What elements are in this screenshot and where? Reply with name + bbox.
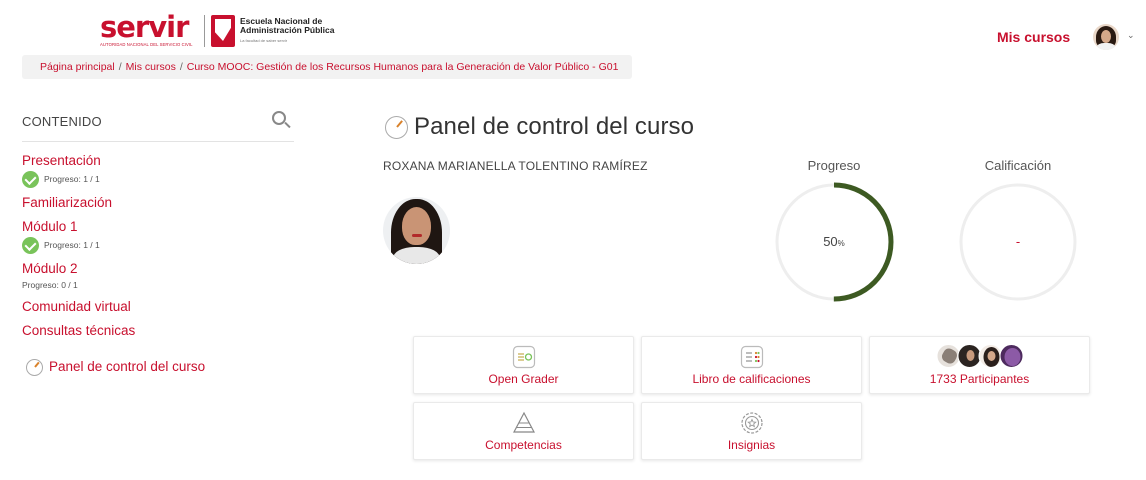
badge-icon — [740, 412, 763, 434]
progress-value: 50% — [774, 234, 894, 249]
course-content-sidebar: CONTENIDO Presentación Progreso: 1 / 1 F… — [22, 106, 294, 376]
enap-tagline: La facultad de saber servir — [240, 38, 288, 43]
breadcrumb-separator: / — [179, 61, 183, 73]
participants-card[interactable]: 1733 Participantes — [869, 336, 1090, 394]
progress-value-unit: % — [837, 239, 845, 248]
user-menu-chevron-down-icon[interactable]: ⌄ — [1127, 30, 1135, 41]
search-icon[interactable] — [272, 111, 291, 129]
gradebook-label: Libro de calificaciones — [692, 372, 811, 386]
participants-avatars — [936, 344, 1023, 368]
grade-value: - — [1015, 234, 1021, 249]
dashboard-gauge-icon — [26, 358, 43, 376]
open-grader-card[interactable]: Open Grader — [413, 336, 634, 394]
breadcrumb-item-course[interactable]: Curso MOOC: Gestión de los Recursos Huma… — [187, 61, 619, 73]
servir-logo: servir AUTORIDAD NACIONAL DEL SERVICIO C… — [100, 12, 198, 50]
progress-label: Progreso — [807, 158, 861, 173]
logo-divider — [204, 15, 205, 47]
sidebar-header: CONTENIDO — [22, 106, 294, 142]
page-header: Panel de control del curso — [385, 113, 694, 141]
check-circle-icon — [22, 170, 39, 188]
sidebar-item-modulo-1-link[interactable]: Módulo 1 — [22, 218, 294, 236]
enap-emblem-icon — [211, 15, 235, 47]
breadcrumb-separator: / — [118, 61, 122, 73]
sidebar-item-familiarizacion-link[interactable]: Familiarización — [22, 194, 294, 212]
sidebar-item-familiarizacion: Familiarización — [22, 194, 294, 212]
user-menu-avatar[interactable] — [1093, 24, 1119, 50]
servir-logo-subtext: AUTORIDAD NACIONAL DEL SERVICIO CIVIL — [100, 42, 193, 47]
gradebook-card[interactable]: Libro de calificaciones — [641, 336, 862, 394]
section-progress: Progreso: 1 / 1 — [22, 170, 294, 188]
sidebar-item-consultas-tecnicas: Consultas técnicas — [22, 322, 294, 340]
nav-mis-cursos-link[interactable]: Mis cursos — [997, 29, 1070, 45]
sidebar-item-modulo-2: Módulo 2 Progreso: 0 / 1 — [22, 260, 294, 292]
sidebar-item-consultas-tecnicas-link[interactable]: Consultas técnicas — [22, 322, 294, 340]
sidebar-item-modulo-1: Módulo 1 Progreso: 1 / 1 — [22, 218, 294, 254]
pyramid-icon — [512, 411, 535, 433]
section-progress-text: Progreso: 1 / 1 — [44, 174, 100, 184]
section-progress-text: Progreso: 0 / 1 — [22, 280, 78, 290]
check-circle-icon — [22, 236, 39, 254]
sidebar-item-dashboard-link[interactable]: Panel de control del curso — [49, 358, 205, 376]
grade-label: Calificación — [984, 158, 1052, 173]
servir-logo-text: servir — [100, 10, 189, 44]
breadcrumb-item-home[interactable]: Página principal — [40, 61, 115, 73]
dashboard-gauge-icon — [385, 115, 408, 139]
sidebar-item-modulo-2-link[interactable]: Módulo 2 — [22, 260, 294, 278]
sidebar-item-presentacion: Presentación Progreso: 1 / 1 — [22, 152, 294, 188]
open-grader-icon — [512, 345, 535, 369]
section-progress: Progreso: 1 / 1 — [22, 236, 294, 254]
student-name: ROXANA MARIANELLA TOLENTINO RAMÍREZ — [383, 159, 648, 173]
breadcrumb-item-mis-cursos[interactable]: Mis cursos — [126, 61, 176, 73]
page-title: Panel de control del curso — [414, 113, 695, 140]
competencies-card[interactable]: Competencias — [413, 402, 634, 460]
open-grader-label: Open Grader — [488, 372, 559, 386]
enap-line-2: Administración Pública — [240, 25, 335, 35]
badges-label: Insignias — [727, 438, 776, 452]
student-avatar — [383, 197, 450, 264]
site-logo[interactable]: servir AUTORIDAD NACIONAL DEL SERVICIO C… — [100, 12, 334, 50]
sidebar-item-comunidad-virtual: Comunidad virtual — [22, 298, 294, 316]
breadcrumb: Página principal / Mis cursos / Curso MOOC: … — [22, 55, 632, 79]
participant-avatar — [999, 344, 1023, 368]
sidebar-item-comunidad-virtual-link[interactable]: Comunidad virtual — [22, 298, 294, 316]
gradebook-icon — [740, 345, 763, 369]
sidebar-item-presentacion-link[interactable]: Presentación — [22, 152, 294, 170]
participants-label: 1733 Participantes — [929, 372, 1030, 386]
section-progress-text: Progreso: 1 / 1 — [44, 240, 100, 250]
badges-card[interactable]: Insignias — [641, 402, 862, 460]
competencies-label: Competencias — [485, 438, 562, 452]
enap-logo-text: Escuela Nacional de Administración Públi… — [240, 17, 334, 45]
progress-value-number: 50 — [823, 234, 838, 249]
sidebar-title: CONTENIDO — [22, 114, 102, 129]
sidebar-section-list: Presentación Progreso: 1 / 1 Familiariza… — [22, 152, 294, 376]
sidebar-item-dashboard[interactable]: Panel de control del curso — [26, 358, 294, 376]
